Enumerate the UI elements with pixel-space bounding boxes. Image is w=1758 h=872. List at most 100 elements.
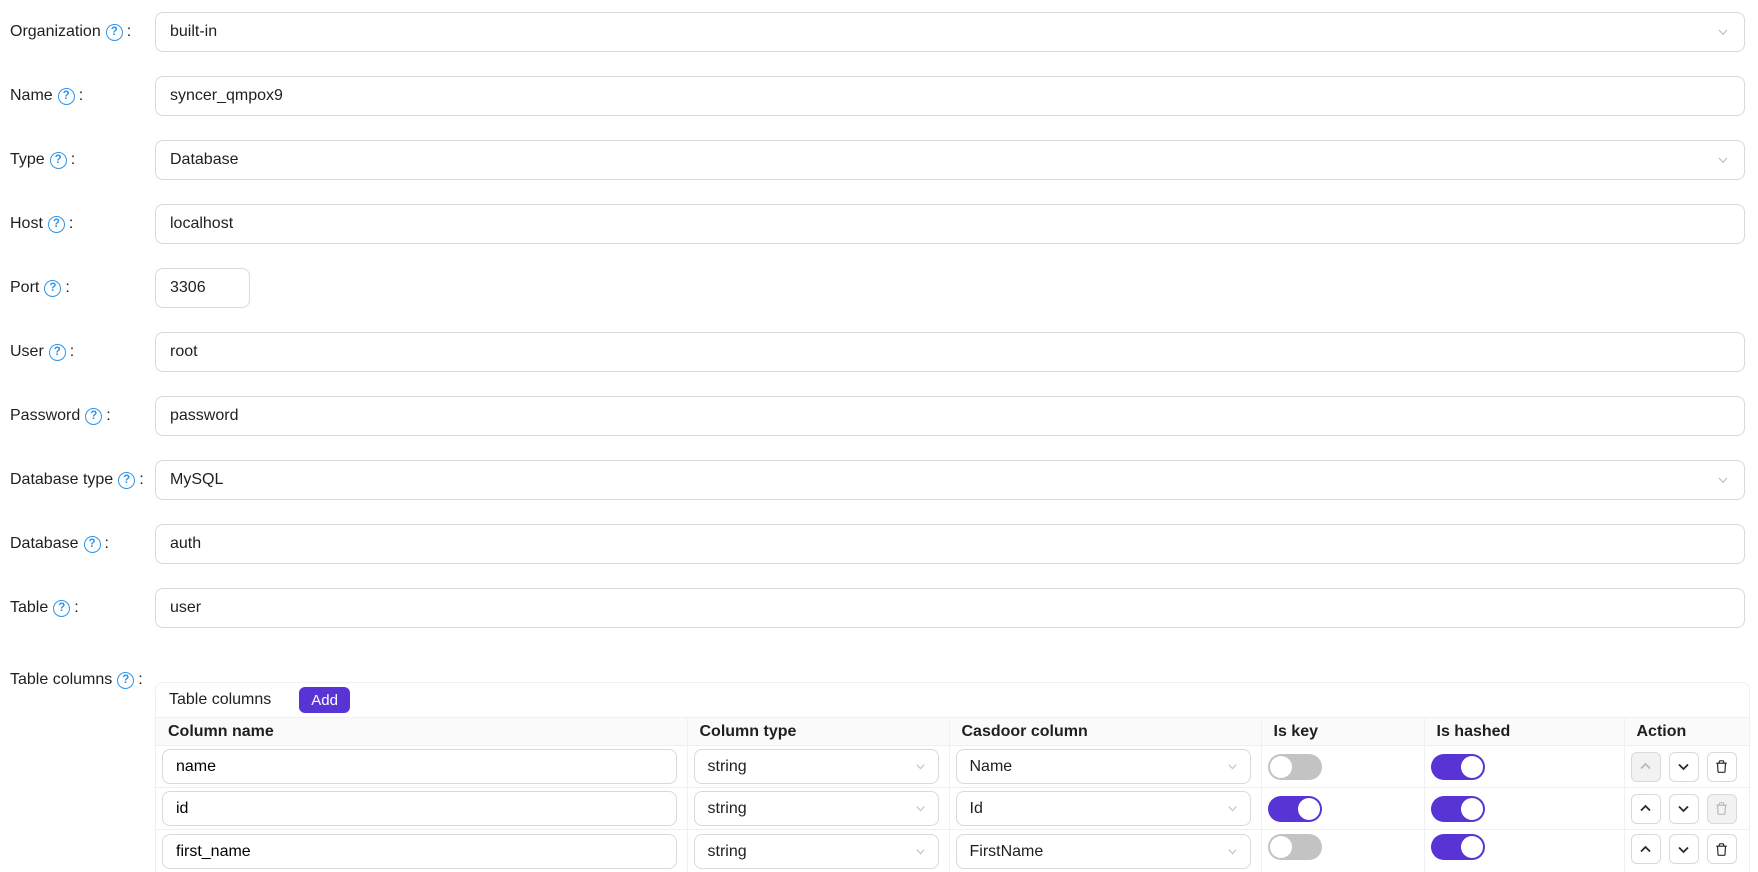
move-down-button[interactable]: [1669, 834, 1699, 864]
chevron-down-icon: [1716, 153, 1730, 167]
is-key-toggle[interactable]: [1268, 834, 1322, 860]
header-is-hashed: Is hashed: [1424, 718, 1624, 746]
is-key-toggle[interactable]: [1268, 796, 1322, 822]
column-type-select[interactable]: string: [694, 834, 939, 869]
is-hashed-toggle[interactable]: [1431, 796, 1485, 822]
column-name-input[interactable]: [162, 834, 677, 869]
label-text: Password: [10, 407, 80, 425]
user-input[interactable]: [155, 332, 1745, 372]
organization-select[interactable]: built-in: [155, 12, 1745, 52]
field-label-database-type: Database type ? :: [0, 471, 155, 489]
chevron-up-icon: [1638, 801, 1653, 816]
casdoor-column-select[interactable]: Name: [956, 749, 1251, 784]
help-icon[interactable]: ?: [44, 280, 61, 297]
field-label-port: Port ? :: [0, 279, 155, 297]
port-input[interactable]: [155, 268, 250, 308]
casdoor-column-select[interactable]: FirstName: [956, 834, 1251, 869]
toggle-knob: [1270, 756, 1292, 778]
chevron-down-icon: [1716, 473, 1730, 487]
form-row-user: User ? :: [0, 320, 1758, 384]
label-colon: :: [71, 151, 75, 169]
delete-row-button[interactable]: [1707, 752, 1737, 782]
help-icon[interactable]: ?: [84, 536, 101, 553]
move-down-button[interactable]: [1669, 794, 1699, 824]
field-label-user: User ? :: [0, 343, 155, 361]
toggle-knob: [1461, 756, 1483, 778]
move-up-button[interactable]: [1631, 794, 1661, 824]
header-column-type: Column type: [687, 718, 949, 746]
table-columns-table: Column name Column type Casdoor column I…: [156, 717, 1749, 872]
form-row-database: Database ? :: [0, 512, 1758, 576]
organization-select-value: built-in: [170, 23, 217, 41]
table-input[interactable]: [155, 588, 1745, 628]
field-label-database: Database ? :: [0, 535, 155, 553]
is-hashed-toggle[interactable]: [1431, 754, 1485, 780]
add-column-button[interactable]: Add: [299, 687, 350, 713]
help-icon[interactable]: ?: [48, 216, 65, 233]
label-colon: :: [69, 215, 73, 233]
table-columns-panel: Table columns Add Column name Column typ…: [155, 682, 1750, 872]
host-input[interactable]: [155, 204, 1745, 244]
database-type-select[interactable]: MySQL: [155, 460, 1745, 500]
column-type-select[interactable]: string: [694, 749, 939, 784]
help-icon[interactable]: ?: [49, 344, 66, 361]
chevron-down-icon: [1716, 25, 1730, 39]
column-type-value: string: [708, 800, 747, 818]
label-colon: :: [127, 23, 131, 41]
row-actions: [1631, 834, 1740, 864]
move-up-button[interactable]: [1631, 752, 1661, 782]
help-icon[interactable]: ?: [117, 672, 134, 689]
move-down-button[interactable]: [1669, 752, 1699, 782]
header-is-key: Is key: [1261, 718, 1424, 746]
chevron-down-icon: [914, 802, 927, 815]
chevron-up-icon: [1638, 842, 1653, 857]
help-icon[interactable]: ?: [58, 88, 75, 105]
toggle-knob: [1461, 798, 1483, 820]
is-hashed-toggle[interactable]: [1431, 834, 1485, 860]
table-row: string Name: [156, 746, 1749, 788]
header-action: Action: [1624, 718, 1749, 746]
table-row: string FirstName: [156, 830, 1749, 872]
type-select[interactable]: Database: [155, 140, 1745, 180]
field-label-table: Table ? :: [0, 599, 155, 617]
column-name-input[interactable]: [162, 749, 677, 784]
table-title: Table columns: [169, 691, 271, 709]
column-type-select[interactable]: string: [694, 791, 939, 826]
database-type-select-value: MySQL: [170, 471, 223, 489]
chevron-down-icon: [914, 760, 927, 773]
syncer-edit-form: Organization ? : built-in Name ? : Type: [0, 0, 1758, 872]
database-input[interactable]: [155, 524, 1745, 564]
field-label-password: Password ? :: [0, 407, 155, 425]
label-text: User: [10, 343, 44, 361]
delete-row-button[interactable]: [1707, 794, 1737, 824]
column-name-input[interactable]: [162, 791, 677, 826]
is-key-toggle[interactable]: [1268, 754, 1322, 780]
delete-row-button[interactable]: [1707, 834, 1737, 864]
label-text: Port: [10, 279, 39, 297]
help-icon[interactable]: ?: [50, 152, 67, 169]
password-input[interactable]: [155, 396, 1745, 436]
form-row-name: Name ? :: [0, 64, 1758, 128]
trash-icon: [1714, 842, 1729, 857]
chevron-down-icon: [914, 845, 927, 858]
field-label-name: Name ? :: [0, 87, 155, 105]
label-text: Organization: [10, 23, 101, 41]
help-icon[interactable]: ?: [118, 472, 135, 489]
header-column-name: Column name: [156, 718, 687, 746]
help-icon[interactable]: ?: [53, 600, 70, 617]
form-row-port: Port ? :: [0, 256, 1758, 320]
label-text: Database: [10, 535, 79, 553]
help-icon[interactable]: ?: [106, 24, 123, 41]
form-row-host: Host ? :: [0, 192, 1758, 256]
label-text: Database type: [10, 471, 113, 489]
casdoor-column-select[interactable]: Id: [956, 791, 1251, 826]
move-up-button[interactable]: [1631, 834, 1661, 864]
chevron-up-icon: [1638, 759, 1653, 774]
casdoor-column-value: Name: [970, 758, 1013, 776]
label-colon: :: [74, 599, 78, 617]
column-type-value: string: [708, 843, 747, 861]
chevron-down-icon: [1676, 759, 1691, 774]
help-icon[interactable]: ?: [85, 408, 102, 425]
row-actions: [1631, 794, 1740, 824]
name-input[interactable]: [155, 76, 1745, 116]
